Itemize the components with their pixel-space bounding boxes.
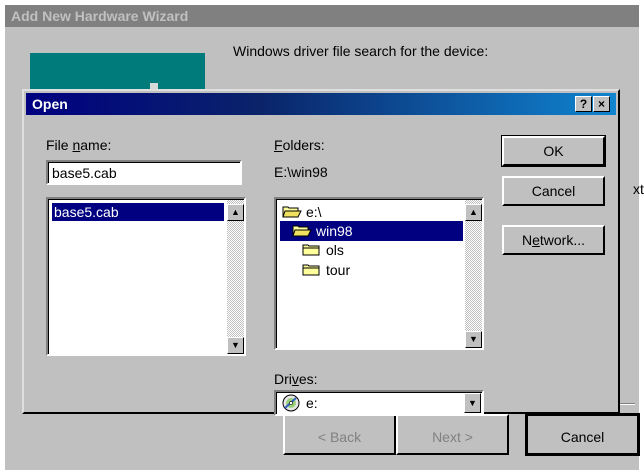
drives-label-key: v <box>291 371 299 387</box>
wizard-title-bar: Add New Hardware Wizard <box>5 5 639 27</box>
dialog-title: Open <box>32 96 68 112</box>
network-label-post: twork... <box>539 232 586 248</box>
cd-drive-icon <box>282 394 300 415</box>
file-name-value: base5.cab <box>52 165 117 181</box>
drives-dropdown-button[interactable]: ▼ <box>464 393 481 413</box>
scroll-down-button[interactable]: ▼ <box>465 331 482 348</box>
file-list-item[interactable]: base5.cab <box>52 203 224 221</box>
folder-tree-scrollbar[interactable]: ▲ ▼ <box>465 200 482 348</box>
folder-item-label: win98 <box>316 223 353 239</box>
wizard-back-label: < Back <box>317 429 362 445</box>
ok-button[interactable]: OK <box>501 135 606 167</box>
cancel-button[interactable]: Cancel <box>502 176 605 206</box>
network-label-pre: N <box>521 232 533 248</box>
cancel-label: Cancel <box>531 183 576 199</box>
down-arrow-icon: ▼ <box>231 340 240 350</box>
file-name-label-pre: File <box>46 137 73 153</box>
open-dialog: Open ? × File name: base5.cab base5.cab … <box>22 89 620 416</box>
scroll-down-button[interactable]: ▼ <box>227 337 244 354</box>
file-name-input[interactable]: base5.cab <box>46 160 242 185</box>
folders-label-post: olders: <box>282 137 325 153</box>
folder-item-tour[interactable]: tour <box>302 260 350 280</box>
wizard-cancel-button[interactable]: Cancel <box>525 413 640 456</box>
up-arrow-icon: ▲ <box>231 207 240 217</box>
ok-label: OK <box>543 143 564 159</box>
folder-item-ols[interactable]: ols <box>302 240 344 260</box>
scroll-up-button[interactable]: ▲ <box>227 204 244 221</box>
drives-select[interactable]: e: ▼ <box>274 390 484 416</box>
open-folder-icon <box>292 224 312 238</box>
folder-item-label: ols <box>326 242 344 258</box>
folder-item-win98[interactable]: win98 <box>280 221 463 241</box>
file-name-label: File name: <box>46 137 111 153</box>
folder-item-e-root[interactable]: e:\ <box>282 202 322 222</box>
folder-icon <box>302 263 322 277</box>
wizard-description: Windows driver file search for the devic… <box>233 43 489 59</box>
up-arrow-icon: ▲ <box>469 207 478 217</box>
network-button[interactable]: Network... <box>502 225 605 255</box>
drives-label: Drives: <box>274 371 318 387</box>
folders-label-key: F <box>274 137 283 153</box>
wizard-next-button[interactable]: Next > <box>396 414 509 455</box>
chevron-down-icon: ▼ <box>468 398 477 408</box>
wizard-back-button[interactable]: < Back <box>283 414 396 455</box>
drives-label-pre: Dri <box>274 371 292 387</box>
file-list-scrollbar[interactable]: ▲ ▼ <box>227 200 244 354</box>
drives-label-post: es: <box>298 371 318 387</box>
help-button[interactable]: ? <box>575 96 592 112</box>
network-label-key: e <box>532 232 540 248</box>
current-path: E:\win98 <box>274 164 328 180</box>
folder-item-label: tour <box>326 262 351 278</box>
dialog-title-bar[interactable]: Open <box>26 93 616 115</box>
wizard-next-label: Next > <box>432 429 473 445</box>
folder-icon <box>302 243 322 257</box>
wizard-clipped-text: xt <box>633 181 644 197</box>
wizard-cancel-label: Cancel <box>560 429 605 445</box>
folder-tree[interactable]: e:\ win98 ols tour ▲ ▼ <box>274 197 484 350</box>
down-arrow-icon: ▼ <box>469 334 478 344</box>
close-button[interactable]: × <box>593 96 610 112</box>
folder-item-label: e:\ <box>306 204 322 220</box>
scroll-up-button[interactable]: ▲ <box>465 204 482 221</box>
drives-value: e: <box>306 395 318 411</box>
file-name-label-post: ame: <box>80 137 112 153</box>
file-list[interactable]: base5.cab ▲ ▼ <box>46 197 246 356</box>
open-folder-icon <box>282 205 302 219</box>
help-icon: ? <box>579 97 588 111</box>
close-icon: × <box>597 97 605 111</box>
folders-label: Folders: <box>274 137 325 153</box>
